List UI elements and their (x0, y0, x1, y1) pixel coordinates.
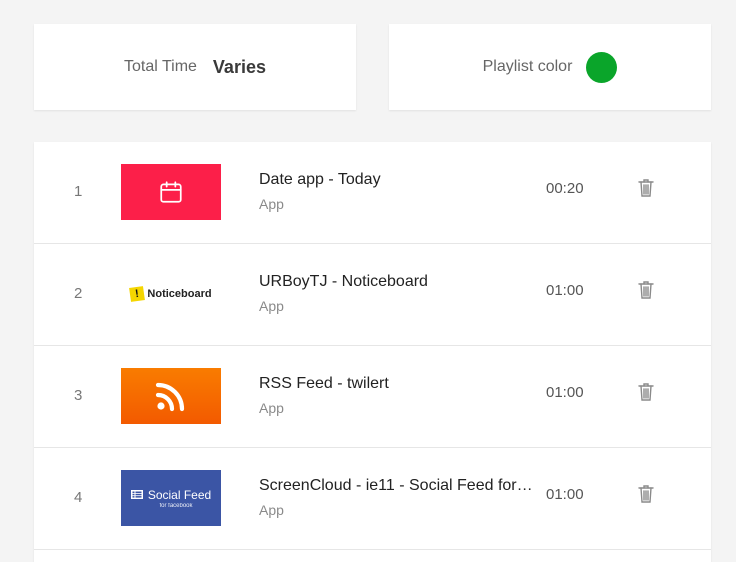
item-title: URBoyTJ - Noticeboard (259, 273, 428, 290)
item-title: RSS Feed - twilert (259, 375, 389, 392)
item-duration[interactable]: 01:00 (546, 486, 584, 503)
noticeboard-mark: ! (129, 286, 146, 302)
social-feed-logo-subtext: for facebook (159, 502, 193, 509)
feed-list-icon (130, 490, 143, 499)
item-type: App (259, 298, 284, 314)
item-duration[interactable]: 00:20 (546, 180, 584, 197)
total-time-value: Varies (212, 56, 266, 77)
item-number: 4 (74, 489, 83, 506)
delete-icon[interactable] (637, 484, 655, 504)
playlist-item[interactable]: 4 Social Feed for facebook ScreenCloud -… (34, 448, 711, 550)
delete-icon[interactable] (637, 382, 655, 402)
playlist-item[interactable]: 2 ! Noticeboard URBoyTJ - Noticeboard Ap… (34, 244, 711, 346)
item-title: Date app - Today (259, 171, 381, 188)
item-thumbnail: ! Noticeboard (121, 266, 221, 322)
item-duration[interactable]: 01:00 (546, 384, 584, 401)
playlist-item[interactable]: 1 Date app - Today App 00:20 (34, 142, 711, 244)
item-thumbnail: Social Feed for facebook (121, 470, 221, 526)
item-number: 3 (74, 387, 83, 404)
item-title: ScreenCloud - ie11 - Social Feed for Fac… (259, 477, 534, 494)
playlist-color-swatch[interactable] (586, 51, 618, 83)
total-time-card: Total Time Varies (34, 24, 356, 110)
item-number: 1 (74, 183, 83, 200)
item-type: App (259, 502, 284, 518)
item-type: App (259, 196, 284, 212)
playlist-color-label: Playlist color (482, 58, 573, 75)
item-type: App (259, 400, 284, 416)
total-time-label: Total Time (124, 58, 197, 75)
playlist-color-card: Playlist color (389, 24, 711, 110)
item-number: 2 (74, 285, 83, 302)
noticeboard-logo: ! Noticeboard (129, 286, 212, 302)
social-feed-logo-text: Social Feed (147, 487, 212, 502)
noticeboard-logo-text: Noticeboard (147, 288, 212, 300)
calendar-icon (160, 181, 182, 203)
item-thumbnail (121, 164, 221, 220)
social-feed-logo: Social Feed for facebook (130, 487, 212, 509)
delete-icon[interactable] (637, 280, 655, 300)
delete-icon[interactable] (637, 178, 655, 198)
playlist-item[interactable]: 3 RSS Feed - twilert App 01:00 (34, 346, 711, 448)
rss-icon (155, 382, 185, 412)
playlist-items-list: 1 Date app - Today App 00:20 2 ! Noticeb… (34, 142, 711, 562)
item-duration[interactable]: 01:00 (546, 282, 584, 299)
item-thumbnail (121, 368, 221, 424)
